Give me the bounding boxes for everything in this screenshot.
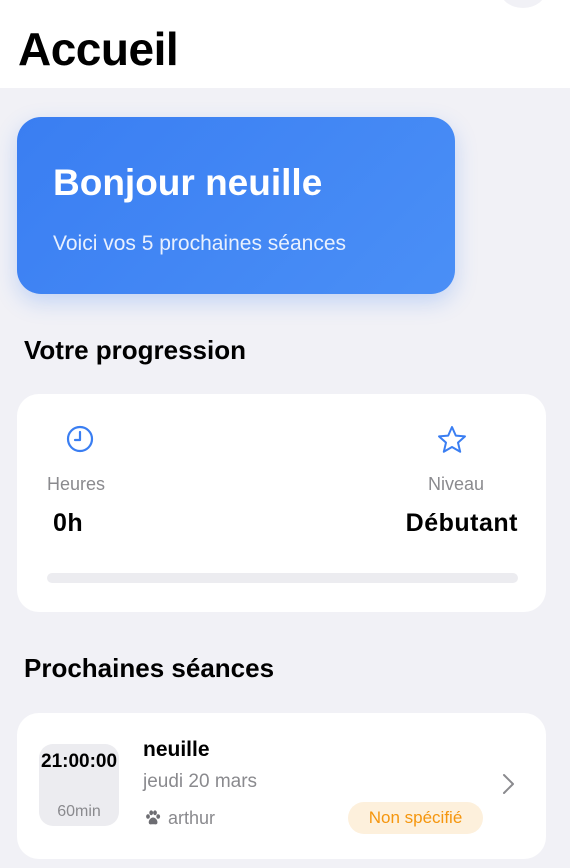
hours-value: 0h [53, 509, 84, 537]
welcome-title: Bonjour neuille [53, 162, 323, 203]
session-time: 21:00:00 [41, 751, 118, 772]
welcome-card: Bonjour neuille Voici vos 5 prochaines s… [17, 117, 455, 294]
progress-section-title: Votre progression [24, 335, 247, 365]
progress-card: Heures 0h Niveau Débutant [17, 394, 546, 612]
page-title: Accueil [18, 23, 179, 75]
session-duration: 60min [57, 803, 101, 820]
progress-bar [47, 573, 518, 583]
sessions-section-title: Prochaines séances [24, 653, 275, 683]
session-trainer: arthur [168, 808, 216, 828]
profile-button[interactable] [500, 0, 546, 8]
chevron-right-icon[interactable] [502, 772, 516, 796]
status-badge: Non spécifié [348, 802, 483, 834]
star-icon [438, 426, 466, 453]
paw-icon [146, 810, 161, 825]
session-card[interactable]: 21:00:00 60min neuille jeudi 20 mars art… [17, 713, 546, 859]
level-label: Niveau [427, 474, 484, 494]
session-name: neuille [143, 738, 210, 761]
session-time-box: 21:00:00 60min [39, 744, 119, 826]
level-value: Débutant [405, 509, 518, 537]
welcome-subtitle: Voici vos 5 prochaines séances [53, 232, 347, 255]
clock-icon [66, 425, 94, 453]
hours-label: Heures [47, 474, 106, 494]
app-screen: Accueil Bonjour neuille Voici vos 5 proc… [0, 0, 570, 868]
session-date: jeudi 20 mars [143, 771, 258, 792]
header: Accueil [0, 0, 570, 88]
